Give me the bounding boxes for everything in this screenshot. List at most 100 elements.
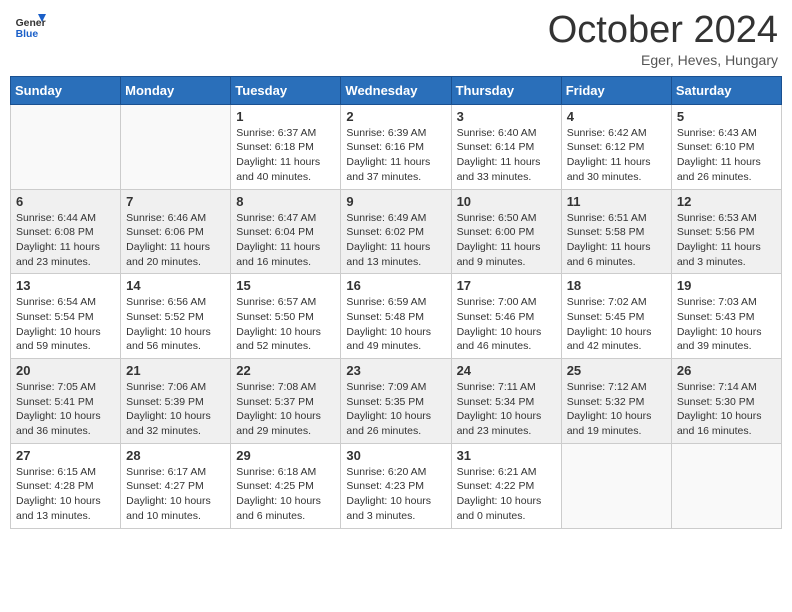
day-number: 16	[346, 278, 445, 293]
day-number: 9	[346, 194, 445, 209]
calendar-table: SundayMondayTuesdayWednesdayThursdayFrid…	[10, 76, 782, 529]
calendar-day-cell: 24 Sunrise: 7:11 AM Sunset: 5:34 PM Dayli…	[451, 359, 561, 444]
calendar-day-cell: 15 Sunrise: 6:57 AM Sunset: 5:50 PM Dayli…	[231, 274, 341, 359]
calendar-week-row: 13 Sunrise: 6:54 AM Sunset: 5:54 PM Dayli…	[11, 274, 782, 359]
day-number: 25	[567, 363, 666, 378]
day-of-week-header: Sunday	[11, 76, 121, 104]
day-number: 27	[16, 448, 115, 463]
logo: General Blue	[14, 10, 46, 42]
calendar-day-cell: 3 Sunrise: 6:40 AM Sunset: 6:14 PM Daylig…	[451, 104, 561, 189]
calendar-day-cell: 8Sunrise: 6:47 AM Sunset: 6:04 PM Daylig…	[231, 189, 341, 274]
day-info: Sunrise: 6:53 AM Sunset: 5:56 PM Dayligh…	[677, 211, 776, 270]
day-number: 24	[457, 363, 556, 378]
day-info: Sunrise: 7:06 AM Sunset: 5:39 PM Dayligh…	[126, 380, 225, 439]
calendar-day-cell: 26 Sunrise: 7:14 AM Sunset: 5:30 PM Dayli…	[671, 359, 781, 444]
calendar-day-cell	[671, 443, 781, 528]
day-info: Sunrise: 6:37 AM Sunset: 6:18 PM Dayligh…	[236, 126, 335, 185]
day-of-week-header: Monday	[121, 76, 231, 104]
calendar-day-cell: 28Sunrise: 6:17 AM Sunset: 4:27 PM Dayli…	[121, 443, 231, 528]
calendar-day-cell: 18 Sunrise: 7:02 AM Sunset: 5:45 PM Dayli…	[561, 274, 671, 359]
calendar-day-cell: 10 Sunrise: 6:50 AM Sunset: 6:00 PM Dayli…	[451, 189, 561, 274]
day-number: 22	[236, 363, 335, 378]
day-of-week-header: Friday	[561, 76, 671, 104]
day-info: Sunrise: 6:59 AM Sunset: 5:48 PM Dayligh…	[346, 295, 445, 354]
day-number: 11	[567, 194, 666, 209]
calendar-day-cell	[561, 443, 671, 528]
calendar-day-cell: 29 Sunrise: 6:18 AM Sunset: 4:25 PM Dayli…	[231, 443, 341, 528]
day-info: Sunrise: 6:50 AM Sunset: 6:00 PM Dayligh…	[457, 211, 556, 270]
calendar-day-cell: 7Sunrise: 6:46 AM Sunset: 6:06 PM Daylig…	[121, 189, 231, 274]
day-of-week-header: Tuesday	[231, 76, 341, 104]
calendar-day-cell: 23Sunrise: 7:09 AM Sunset: 5:35 PM Dayli…	[341, 359, 451, 444]
calendar-day-cell: 20 Sunrise: 7:05 AM Sunset: 5:41 PM Dayli…	[11, 359, 121, 444]
day-number: 26	[677, 363, 776, 378]
day-info: Sunrise: 6:47 AM Sunset: 6:04 PM Dayligh…	[236, 211, 335, 270]
logo-icon: General Blue	[14, 10, 46, 42]
day-info: Sunrise: 7:03 AM Sunset: 5:43 PM Dayligh…	[677, 295, 776, 354]
page-header: General Blue October 2024 Eger, Heves, H…	[10, 10, 782, 68]
day-number: 5	[677, 109, 776, 124]
day-info: Sunrise: 6:46 AM Sunset: 6:06 PM Dayligh…	[126, 211, 225, 270]
calendar-day-cell: 4Sunrise: 6:42 AM Sunset: 6:12 PM Daylig…	[561, 104, 671, 189]
calendar-header-row: SundayMondayTuesdayWednesdayThursdayFrid…	[11, 76, 782, 104]
calendar-week-row: 6 Sunrise: 6:44 AM Sunset: 6:08 PM Daylig…	[11, 189, 782, 274]
day-number: 31	[457, 448, 556, 463]
svg-text:Blue: Blue	[16, 29, 39, 40]
calendar-day-cell: 21Sunrise: 7:06 AM Sunset: 5:39 PM Dayli…	[121, 359, 231, 444]
day-info: Sunrise: 7:05 AM Sunset: 5:41 PM Dayligh…	[16, 380, 115, 439]
calendar-day-cell: 16 Sunrise: 6:59 AM Sunset: 5:48 PM Dayli…	[341, 274, 451, 359]
day-info: Sunrise: 6:39 AM Sunset: 6:16 PM Dayligh…	[346, 126, 445, 185]
day-number: 3	[457, 109, 556, 124]
day-number: 10	[457, 194, 556, 209]
day-info: Sunrise: 6:17 AM Sunset: 4:27 PM Dayligh…	[126, 465, 225, 524]
day-number: 14	[126, 278, 225, 293]
day-number: 18	[567, 278, 666, 293]
day-info: Sunrise: 6:44 AM Sunset: 6:08 PM Dayligh…	[16, 211, 115, 270]
calendar-day-cell: 9 Sunrise: 6:49 AM Sunset: 6:02 PM Daylig…	[341, 189, 451, 274]
day-number: 30	[346, 448, 445, 463]
day-number: 23	[346, 363, 445, 378]
day-number: 12	[677, 194, 776, 209]
calendar-day-cell	[121, 104, 231, 189]
day-number: 2	[346, 109, 445, 124]
calendar-day-cell: 14Sunrise: 6:56 AM Sunset: 5:52 PM Dayli…	[121, 274, 231, 359]
day-info: Sunrise: 6:57 AM Sunset: 5:50 PM Dayligh…	[236, 295, 335, 354]
day-of-week-header: Thursday	[451, 76, 561, 104]
calendar-week-row: 20 Sunrise: 7:05 AM Sunset: 5:41 PM Dayli…	[11, 359, 782, 444]
day-number: 29	[236, 448, 335, 463]
calendar-day-cell: 11Sunrise: 6:51 AM Sunset: 5:58 PM Dayli…	[561, 189, 671, 274]
day-number: 6	[16, 194, 115, 209]
day-info: Sunrise: 7:12 AM Sunset: 5:32 PM Dayligh…	[567, 380, 666, 439]
day-info: Sunrise: 6:20 AM Sunset: 4:23 PM Dayligh…	[346, 465, 445, 524]
calendar-day-cell: 31Sunrise: 6:21 AM Sunset: 4:22 PM Dayli…	[451, 443, 561, 528]
day-info: Sunrise: 6:18 AM Sunset: 4:25 PM Dayligh…	[236, 465, 335, 524]
calendar-day-cell: 30 Sunrise: 6:20 AM Sunset: 4:23 PM Dayli…	[341, 443, 451, 528]
day-number: 13	[16, 278, 115, 293]
calendar-week-row: 1Sunrise: 6:37 AM Sunset: 6:18 PM Daylig…	[11, 104, 782, 189]
calendar-day-cell: 12 Sunrise: 6:53 AM Sunset: 5:56 PM Dayli…	[671, 189, 781, 274]
day-number: 15	[236, 278, 335, 293]
day-info: Sunrise: 6:54 AM Sunset: 5:54 PM Dayligh…	[16, 295, 115, 354]
day-info: Sunrise: 6:15 AM Sunset: 4:28 PM Dayligh…	[16, 465, 115, 524]
day-info: Sunrise: 6:49 AM Sunset: 6:02 PM Dayligh…	[346, 211, 445, 270]
calendar-day-cell: 17Sunrise: 7:00 AM Sunset: 5:46 PM Dayli…	[451, 274, 561, 359]
day-info: Sunrise: 7:11 AM Sunset: 5:34 PM Dayligh…	[457, 380, 556, 439]
title-block: October 2024 Eger, Heves, Hungary	[548, 10, 778, 68]
day-of-week-header: Wednesday	[341, 76, 451, 104]
day-info: Sunrise: 6:43 AM Sunset: 6:10 PM Dayligh…	[677, 126, 776, 185]
calendar-day-cell: 22Sunrise: 7:08 AM Sunset: 5:37 PM Dayli…	[231, 359, 341, 444]
location-subtitle: Eger, Heves, Hungary	[548, 52, 778, 68]
calendar-day-cell: 2 Sunrise: 6:39 AM Sunset: 6:16 PM Daylig…	[341, 104, 451, 189]
day-of-week-header: Saturday	[671, 76, 781, 104]
day-info: Sunrise: 7:02 AM Sunset: 5:45 PM Dayligh…	[567, 295, 666, 354]
calendar-day-cell: 1Sunrise: 6:37 AM Sunset: 6:18 PM Daylig…	[231, 104, 341, 189]
calendar-day-cell: 5 Sunrise: 6:43 AM Sunset: 6:10 PM Daylig…	[671, 104, 781, 189]
calendar-day-cell: 6 Sunrise: 6:44 AM Sunset: 6:08 PM Daylig…	[11, 189, 121, 274]
calendar-day-cell	[11, 104, 121, 189]
day-number: 17	[457, 278, 556, 293]
day-info: Sunrise: 6:40 AM Sunset: 6:14 PM Dayligh…	[457, 126, 556, 185]
day-info: Sunrise: 7:14 AM Sunset: 5:30 PM Dayligh…	[677, 380, 776, 439]
month-title: October 2024	[548, 10, 778, 52]
day-number: 4	[567, 109, 666, 124]
day-number: 20	[16, 363, 115, 378]
